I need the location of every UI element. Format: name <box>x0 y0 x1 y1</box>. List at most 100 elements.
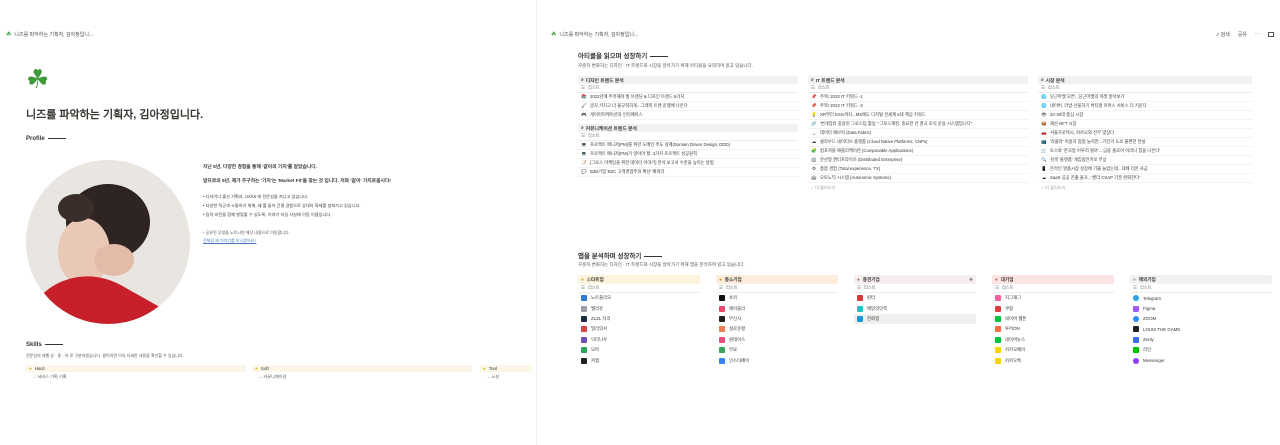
search-button[interactable]: ⌕ 검색 <box>1216 31 1229 38</box>
article-row[interactable]: ☁ 클라우드 네이티브 플랫폼 (Cloud Native Platforms, … <box>808 138 1028 147</box>
share-button[interactable]: 공유 <box>1238 31 1247 38</box>
skill-item[interactable]: → 서비스 기획 기획 <box>26 374 246 380</box>
skill-column-soft[interactable]: ● Soft → 커뮤니케이션 <box>252 365 472 380</box>
list-view-tab[interactable]: ☰ 리스트 <box>578 132 798 141</box>
app-row[interactable]: 모아 <box>578 345 700 355</box>
article-row[interactable]: 💡 XR부터 ESG까지...MS에도 디지털 전세계 5대 핵심 키워드 <box>808 111 1028 120</box>
app-row[interactable]: 한화앱 <box>854 313 976 325</box>
app-row[interactable]: 지그재그 <box>992 293 1114 303</box>
app-logo-icon <box>581 347 587 354</box>
article-row[interactable]: 🚗 서울가로택시, 카카오와 전부 맞장다 <box>1038 129 1252 138</box>
pin-icon: 📌 <box>811 103 817 108</box>
article-row[interactable]: 🎮 게이미피케이션과 인터페이스 <box>578 111 798 120</box>
article-row[interactable]: ↔ 데이터 패브릭 (Data Fabric) <box>808 129 1028 138</box>
article-row[interactable]: 📚 2022년에 주목해야 할 브랜딩 & 디자인 트렌드 8가지 <box>578 93 798 102</box>
app-row[interactable]: 무료 <box>716 345 838 355</box>
article-row[interactable]: 🖌 글자 키지고 더 불규칙하게...그래픽 트렌 운행에 나온다 <box>578 102 798 111</box>
skill-item[interactable]: → 노션 <box>480 374 532 380</box>
bullet-item: • 팀의 비전을 함께 발맞출 수 있도록, 이야기 지길 사실에 이동 이름입… <box>203 212 332 217</box>
article-row[interactable]: 🧩 컴포저블 애플리케이션 (Composable Applications) <box>808 147 1028 156</box>
list-icon: ☰ <box>1133 285 1137 290</box>
app-row[interactable]: 카카오톡 <box>992 355 1114 365</box>
group-header[interactable]: ● 스타트업 <box>578 275 700 284</box>
list-view-tab[interactable]: ☰ 리스트 <box>578 84 798 93</box>
app-row[interactable]: 라인 <box>1130 345 1272 355</box>
article-row[interactable]: 💻 프로젝트 매니저(PM)가 알아야 할, 3가지 프로젝트 성공원칙 <box>578 150 798 159</box>
list-view-tab[interactable]: ☰ 리스트 <box>854 284 976 293</box>
skill-column-hard[interactable]: ● Hard → 서비스 기획 기획 <box>26 365 246 380</box>
article-row[interactable]: 🏢 분산형 엔터프라이즈 (Distributed Enterprise) <box>808 156 1028 165</box>
app-row[interactable]: 쏘카 <box>716 293 838 303</box>
list-view-tab[interactable]: ☰ 리스트 <box>992 284 1114 293</box>
app-row[interactable]: 쿠팡 <box>992 303 1114 313</box>
skill-item[interactable]: → 커뮤니케이션 <box>252 374 472 380</box>
group-header[interactable]: ● 중견기업 ✥ <box>854 275 976 284</box>
group-header[interactable]: ● 대기업 <box>992 275 1114 284</box>
article-row[interactable]: 🤖 오토노믹 시스템 (Autonomic Systems) <box>808 174 1028 183</box>
app-row[interactable]: 카랩 <box>578 355 700 365</box>
app-row[interactable]: 에이블리 <box>716 303 838 313</box>
group-header[interactable]: ● 해외기업 <box>1130 275 1272 284</box>
card-it-trend[interactable]: ⌕ IT 트렌드 분석 <box>808 76 1028 84</box>
app-row[interactable]: 핀터 <box>854 293 976 303</box>
app-row[interactable]: 네이버뉴스 <box>992 335 1114 345</box>
articles-description: 꾸준히 변화하는 디자인 · IT 트렌드와 시장을 알아가기 위해 아티클을 … <box>578 63 753 68</box>
app-row[interactable]: 인스타페이 <box>716 355 838 365</box>
load-more-button[interactable]: ↓ 더 불러오기 <box>1038 183 1252 192</box>
right-tab-title[interactable]: 니즈를 파악하는 기획자, 김아정입니... <box>559 31 638 38</box>
article-row[interactable]: ☁ SaaS 공공 진출 물꼬...'벤더 CSAP 기준 완화한다' <box>1038 174 1252 183</box>
article-row[interactable]: 🌐 네이버, 라방·선물하기 버티컬 커머스 서비스 더 키운다 <box>1038 102 1252 111</box>
app-row[interactable]: 카카오페이 <box>992 345 1114 355</box>
app-row[interactable]: 네이버 웹툰 <box>992 314 1114 324</box>
globe-icon: 🌐 <box>1041 103 1047 108</box>
profile-note-link[interactable]: 전체링 왜 이야기를 보시겠어요? <box>203 238 256 244</box>
app-row[interactable]: LOUIS THE GAME <box>1130 324 1272 334</box>
app-row[interactable]: ZLZL 지리 <box>578 314 700 324</box>
article-row[interactable]: ⚙ 총합 경험 (Total experience, TX) <box>808 165 1028 174</box>
article-row[interactable]: 📱 온라인 명품시장 성장에 기울 늘었는데...대체 더몬 사금 <box>1038 165 1252 174</box>
left-tab-title[interactable]: 니즈를 파악하는 기획자, 김아정입니... <box>14 31 93 38</box>
app-row[interactable]: 배달의민족 <box>854 303 976 313</box>
article-row[interactable]: 📌 주목! 2022 IT 키워드 -1 <box>808 93 1028 102</box>
app-row[interactable]: 밀리의서 <box>578 324 700 334</box>
app-row[interactable]: 투어ON <box>992 324 1114 334</box>
article-row[interactable]: 🛒 토스와 '한국형 이루러 될까'...'금융 플로어 이러니 칩을 나온다' <box>1038 147 1252 156</box>
article-row[interactable]: 💬 B2B기업 'B2C 고객경험주의 확산' 배워라 <box>578 168 798 177</box>
app-row[interactable]: 밸리유 <box>578 303 700 313</box>
app-row[interactable]: 설로운평 <box>716 324 838 334</box>
article-row[interactable]: 📺 '라플라' 이용자 점점 늘지만...가전거 도로 불편한 현실 <box>1038 138 1252 147</box>
list-view-tab[interactable]: ☰ 리스트 <box>808 84 1028 93</box>
list-view-tab[interactable]: ☰ 리스트 <box>716 284 838 293</box>
app-row[interactable]: 노트플리오 <box>578 293 700 303</box>
app-row[interactable]: Telegram <box>1130 293 1272 303</box>
card-design-trend[interactable]: ⌕ 디자인 트렌드 분석 <box>578 76 798 84</box>
app-row[interactable]: Messenger <box>1130 355 1272 365</box>
skill-column-tool[interactable]: ● Tool → 노션 <box>480 365 532 380</box>
app-row[interactable]: ZOOM <box>1130 314 1272 324</box>
article-row[interactable]: 👁 20·30대 충심 시장 <box>1038 111 1252 120</box>
app-logo-icon <box>995 315 1001 322</box>
article-row[interactable]: 💻 프로젝트 매니저(PM)를 위한 도메인 주도 설계(Domain Drive… <box>578 141 798 150</box>
app-row[interactable]: 무신사 <box>716 314 838 324</box>
article-row[interactable]: 🌐 당근마켓 모른...당근마켓의 미래 알아보기 <box>1038 93 1252 102</box>
card-communication-trend[interactable]: ⌕ 커뮤니케이션 트렌드 분석 <box>578 124 798 132</box>
app-row[interactable]: Zenly <box>1130 335 1272 345</box>
move-icon[interactable]: ✥ <box>969 277 973 283</box>
article-row[interactable]: 🔗 '변개장터 중용된 그로스팀 활동' "그로스해킹, 중요한 건 결국 조직 … <box>808 120 1028 129</box>
article-row[interactable]: 🔍 검색 '플랫폼' 게임링인키로 부상 <box>1038 156 1252 165</box>
list-view-tab[interactable]: ☰ 리스트 <box>578 284 700 293</box>
list-view-tab[interactable]: ☰ 리스트 <box>1130 284 1272 293</box>
cloud-icon: ☁ <box>1041 175 1047 180</box>
article-row[interactable]: 📌 주목! 2022 IT 키워드 -2 <box>808 102 1028 111</box>
more-button[interactable]: ⋯ <box>1255 31 1260 37</box>
sidebar-toggle-icon[interactable] <box>1268 31 1274 37</box>
list-view-tab[interactable]: ☰ 리스트 <box>1038 84 1252 93</box>
article-row[interactable]: 📝 [그로스 마케팅을 위한 데이터 이야기] 분석 보고서 수준을 높이는 방법 <box>578 159 798 168</box>
app-row[interactable]: 원데이스 <box>716 335 838 345</box>
group-header[interactable]: ● 중소기업 <box>716 275 838 284</box>
app-row[interactable]: 닥터나우 <box>578 335 700 345</box>
load-more-button[interactable]: ↓ 더 불러오기 <box>808 183 1028 192</box>
article-row[interactable]: 📦 재산 NFT 시장 <box>1038 120 1252 129</box>
card-market-analysis[interactable]: ⌕ 시장 분석 <box>1038 76 1252 84</box>
app-row[interactable]: Figma <box>1130 303 1272 313</box>
